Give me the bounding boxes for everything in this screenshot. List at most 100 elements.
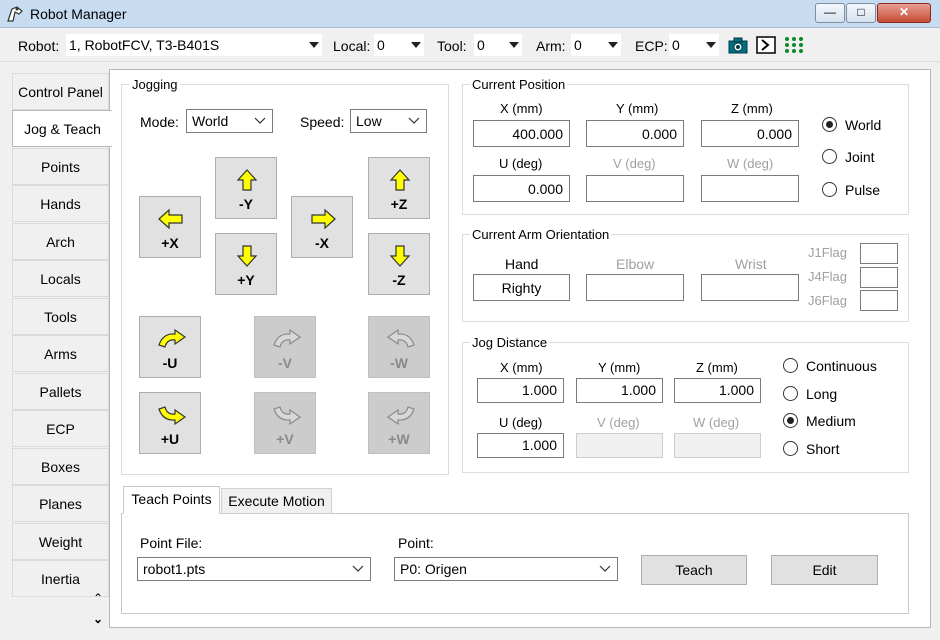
tool-select[interactable]: 0 xyxy=(474,34,522,56)
distance-continuous-label: Continuous xyxy=(806,358,877,374)
speed-select[interactable]: Low xyxy=(350,109,427,133)
jog-plus-v-button[interactable]: +V xyxy=(254,392,316,454)
jog-plus-w-button[interactable]: +W xyxy=(368,392,430,454)
robot-select-value: 1, RobotFCV, T3-B401S xyxy=(69,37,220,53)
jog-minus-y-button[interactable]: -Y xyxy=(215,157,277,219)
sidebar-item-ecp[interactable]: ECP xyxy=(12,410,109,447)
distance-short-radio[interactable] xyxy=(783,441,798,456)
robot-label: Robot: xyxy=(18,38,60,54)
position-y-field[interactable]: 0.000 xyxy=(586,120,684,147)
chevron-down-icon xyxy=(411,42,421,48)
elbow-field[interactable] xyxy=(586,274,684,301)
local-select[interactable]: 0 xyxy=(374,34,424,56)
jog-plus-y-button[interactable]: +Y xyxy=(215,233,277,295)
jog-plus-z-label: +Z xyxy=(390,196,408,212)
distance-medium-label: Medium xyxy=(806,413,856,429)
sidebar-item-jog-teach[interactable]: Jog & Teach xyxy=(12,110,112,147)
distance-v-field[interactable] xyxy=(576,433,663,458)
jog-minus-x-button[interactable]: -X xyxy=(291,196,353,258)
position-z-field[interactable]: 0.000 xyxy=(701,120,799,147)
j1flag-label: J1Flag xyxy=(808,245,848,260)
j1flag-field[interactable] xyxy=(860,243,898,264)
sidebar-scroll-down-button[interactable]: ⌄ xyxy=(90,612,106,626)
ecp-select[interactable]: 0 xyxy=(669,34,719,56)
sidebar-item-pallets[interactable]: Pallets xyxy=(12,373,109,410)
sidebar-item-arch[interactable]: Arch xyxy=(12,223,109,260)
hand-field[interactable]: Righty xyxy=(473,274,570,301)
sidebar-item-boxes[interactable]: Boxes xyxy=(12,448,109,485)
distance-u-field[interactable]: 1.000 xyxy=(477,433,564,458)
point-select[interactable]: P0: Origen xyxy=(394,557,618,581)
ecp-select-value: 0 xyxy=(672,37,680,53)
sidebar-item-tools[interactable]: Tools xyxy=(12,298,109,335)
distance-z-field[interactable]: 1.000 xyxy=(674,378,761,403)
teach-button[interactable]: Teach xyxy=(641,555,747,585)
jog-minus-w-button[interactable]: -W xyxy=(368,316,430,378)
jog-minus-v-button[interactable]: -V xyxy=(254,316,316,378)
sidebar-item-control-panel[interactable]: Control Panel xyxy=(12,73,109,110)
sidebar-item-locals[interactable]: Locals xyxy=(12,260,109,297)
mode-select[interactable]: World xyxy=(186,109,273,133)
position-w-field[interactable] xyxy=(701,175,799,202)
j6flag-field[interactable] xyxy=(860,290,898,311)
ecp-label: ECP: xyxy=(635,38,668,54)
hand-label: Hand xyxy=(505,256,539,272)
rotate-ccw-icon xyxy=(158,406,187,426)
jog-minus-z-button[interactable]: -Z xyxy=(368,233,430,295)
tab-teach-points[interactable]: Teach Points xyxy=(123,486,220,514)
position-joint-radio[interactable] xyxy=(822,149,837,164)
j4flag-field[interactable] xyxy=(860,267,898,288)
io-grid-icon[interactable] xyxy=(784,36,804,54)
arm-select-value: 0 xyxy=(574,37,582,53)
position-v-field[interactable] xyxy=(586,175,684,202)
arm-select[interactable]: 0 xyxy=(571,34,621,56)
jog-minus-u-button[interactable]: -U xyxy=(139,316,201,378)
sidebar-item-planes[interactable]: Planes xyxy=(12,485,109,522)
sidebar-item-arms[interactable]: Arms xyxy=(12,335,109,372)
minimize-button[interactable]: — xyxy=(815,3,845,23)
distance-y-field[interactable]: 1.000 xyxy=(576,378,663,403)
command-prompt-icon[interactable] xyxy=(756,36,776,54)
sidebar-item-points[interactable]: Points xyxy=(12,148,109,185)
tab-execute-motion[interactable]: Execute Motion xyxy=(221,488,332,514)
maximize-button[interactable]: □ xyxy=(846,3,876,23)
sidebar-item-weight[interactable]: Weight xyxy=(12,523,109,560)
position-world-radio[interactable] xyxy=(822,117,837,132)
wrist-field[interactable] xyxy=(701,274,799,301)
position-u-label: U (deg) xyxy=(499,156,543,171)
jog-plus-z-button[interactable]: +Z xyxy=(368,157,430,219)
distance-w-field[interactable] xyxy=(674,433,761,458)
position-u-field[interactable]: 0.000 xyxy=(473,175,570,202)
jog-plus-u-button[interactable]: +U xyxy=(139,392,201,454)
distance-x-field[interactable]: 1.000 xyxy=(477,378,564,403)
window-title: Robot Manager xyxy=(30,6,127,22)
chevron-down-icon xyxy=(599,565,611,572)
distance-v-label: V (deg) xyxy=(597,415,640,430)
camera-icon[interactable] xyxy=(728,36,748,54)
position-pulse-radio[interactable] xyxy=(822,182,837,197)
point-file-select[interactable]: robot1.pts xyxy=(137,557,371,581)
sidebar-item-hands[interactable]: Hands xyxy=(12,185,109,222)
position-v-label: V (deg) xyxy=(613,156,656,171)
tool-select-value: 0 xyxy=(477,37,485,53)
close-button[interactable]: ✕ xyxy=(877,3,931,23)
arrow-up-icon xyxy=(389,169,411,191)
distance-medium-radio[interactable] xyxy=(783,413,798,428)
title-bar: Robot Manager — □ ✕ xyxy=(0,0,940,28)
arm-label: Arm: xyxy=(536,38,566,54)
distance-long-radio[interactable] xyxy=(783,386,798,401)
position-x-field[interactable]: 400.000 xyxy=(473,120,570,147)
distance-w-label: W (deg) xyxy=(693,415,740,430)
edit-button[interactable]: Edit xyxy=(771,555,878,585)
point-file-select-value: robot1.pts xyxy=(143,561,206,577)
rotate-cw-icon xyxy=(158,328,187,348)
arrow-down-icon xyxy=(236,245,258,267)
rotate-cw-icon xyxy=(386,406,415,426)
sidebar-scroll-up-button[interactable]: ⌃ xyxy=(90,591,106,605)
robot-select[interactable]: 1, RobotFCV, T3-B401S xyxy=(66,34,322,56)
jog-plus-u-label: +U xyxy=(160,431,180,447)
jog-plus-x-button[interactable]: +X xyxy=(139,196,201,258)
distance-continuous-radio[interactable] xyxy=(783,358,798,373)
jog-distance-title: Jog Distance xyxy=(470,335,550,350)
jog-plus-v-label: +V xyxy=(276,431,294,447)
